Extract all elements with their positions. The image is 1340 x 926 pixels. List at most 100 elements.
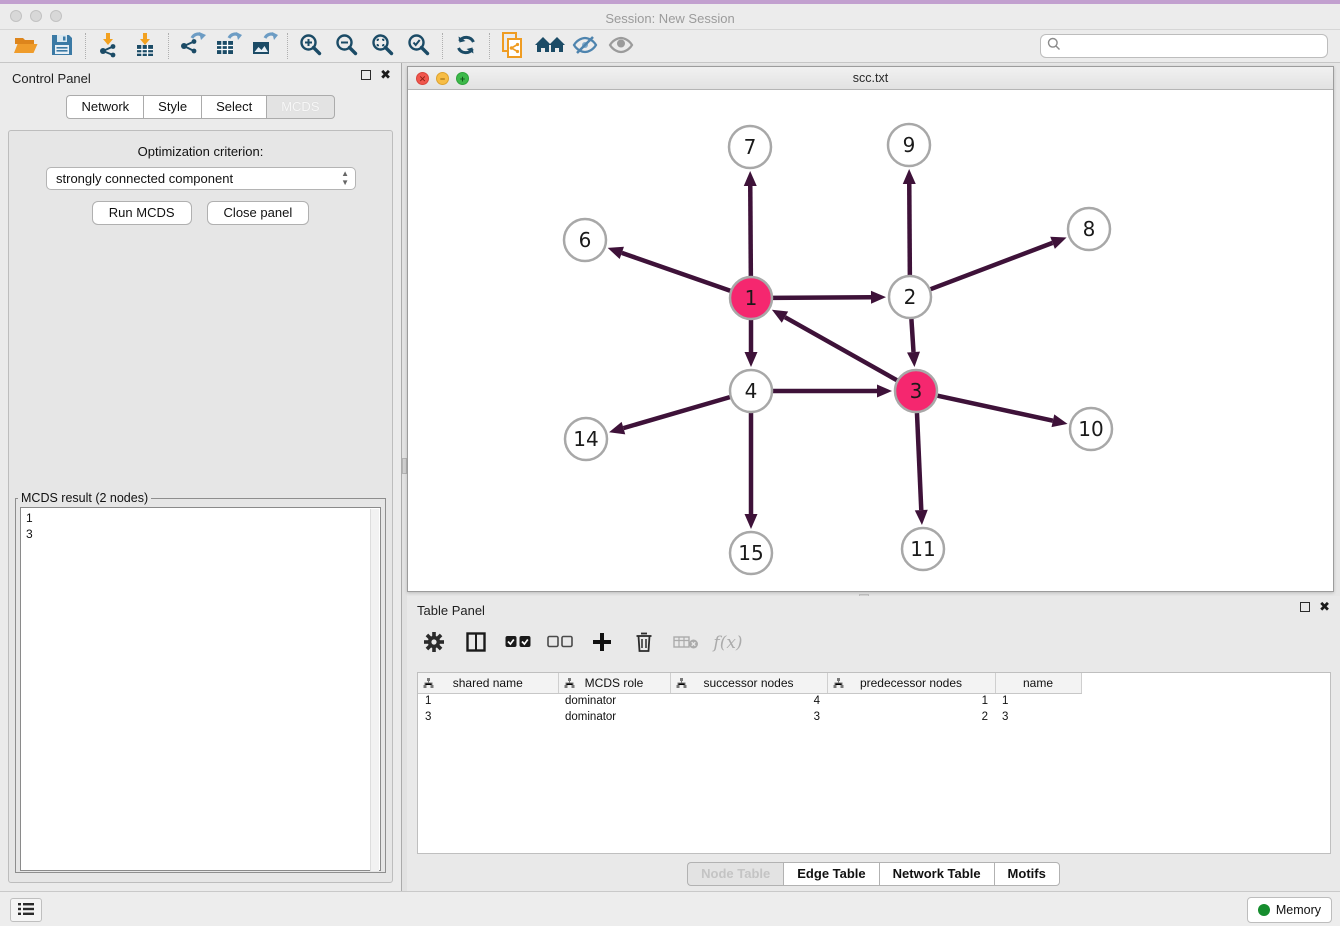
hierarchy-icon — [833, 678, 844, 692]
unchecked-boxes-icon — [547, 635, 573, 651]
graph-edge-3-10[interactable] — [937, 396, 1052, 421]
tab-network[interactable]: Network — [66, 95, 143, 119]
export-image-button[interactable] — [246, 31, 282, 61]
hide-selected-button[interactable] — [567, 31, 603, 61]
table-row[interactable]: 3dominator323 — [418, 709, 1081, 725]
scrollbar-track[interactable] — [370, 509, 379, 871]
tab-select[interactable]: Select — [201, 95, 266, 119]
criterion-select[interactable]: strongly connected component ▲▼ — [46, 167, 356, 190]
close-panel-button[interactable]: Close panel — [207, 201, 310, 225]
graph-edge-arrow — [744, 171, 757, 186]
search-input[interactable] — [1065, 39, 1321, 53]
node-table: shared name MCDS role successor nodes pr… — [417, 672, 1331, 854]
table-cell[interactable]: 3 — [670, 709, 827, 725]
checked-boxes-icon — [505, 635, 531, 651]
zoom-selected-button[interactable] — [401, 31, 437, 61]
export-network-button[interactable] — [174, 31, 210, 61]
tab-edge-table[interactable]: Edge Table — [783, 862, 878, 886]
apply-layout-button[interactable] — [448, 31, 484, 61]
open-session-button[interactable] — [8, 31, 44, 61]
table-settings-button[interactable] — [421, 630, 447, 656]
table-cell[interactable]: 4 — [670, 693, 827, 709]
table-cell[interactable]: 1 — [418, 693, 558, 709]
import-table-button[interactable] — [127, 31, 163, 61]
export-table-button[interactable] — [210, 31, 246, 61]
tab-style[interactable]: Style — [143, 95, 201, 119]
delete-table-button[interactable] — [673, 630, 699, 656]
table-row[interactable]: 1dominator411 — [418, 693, 1081, 709]
task-list-icon — [18, 902, 34, 919]
export-image-icon — [250, 32, 278, 61]
graph-edge-4-14[interactable] — [623, 397, 729, 428]
column-header-mcds-role[interactable]: MCDS role — [558, 673, 670, 693]
select-all-rows-button[interactable] — [505, 630, 531, 656]
network-window: ✕ − + scc.txt 1234678910111415 — [407, 66, 1334, 592]
mcds-result-line: 1 — [26, 510, 375, 526]
zoom-in-button[interactable] — [293, 31, 329, 61]
search-box[interactable] — [1040, 34, 1328, 58]
graph-node-label: 1 — [745, 286, 758, 310]
graph-edge-1-6[interactable] — [622, 253, 730, 291]
float-panel-icon[interactable] — [361, 70, 371, 80]
tab-network-table[interactable]: Network Table — [879, 862, 994, 886]
mcds-result-text[interactable]: 13 — [20, 507, 381, 871]
network-canvas[interactable]: 1234678910111415 — [408, 90, 1333, 591]
network-minimize-icon[interactable]: − — [436, 72, 449, 85]
column-header-name[interactable]: name — [995, 673, 1081, 693]
tab-motifs[interactable]: Motifs — [994, 862, 1060, 886]
show-hidden-button[interactable] — [603, 31, 639, 61]
run-mcds-button[interactable]: Run MCDS — [92, 201, 192, 225]
toolbar-separator — [168, 33, 169, 59]
column-header-successor-nodes[interactable]: successor nodes — [670, 673, 827, 693]
deselect-all-rows-button[interactable] — [547, 630, 573, 656]
houses-icon — [533, 33, 565, 60]
close-panel-icon[interactable]: ✖ — [380, 70, 391, 80]
function-builder-button[interactable]: f(x) — [715, 630, 741, 656]
graph-edge-2-8[interactable] — [931, 243, 1053, 289]
table-cell[interactable]: dominator — [558, 709, 670, 725]
table-cell[interactable]: dominator — [558, 693, 670, 709]
graph-edge-2-9[interactable] — [909, 184, 910, 275]
import-network-button[interactable] — [91, 31, 127, 61]
toolbar-separator — [287, 33, 288, 59]
graph-edge-arrow — [877, 385, 892, 398]
zoom-out-button[interactable] — [329, 31, 365, 61]
graph-edge-2-3[interactable] — [911, 319, 913, 352]
task-history-button[interactable] — [10, 898, 42, 922]
table-cell[interactable]: 1 — [995, 693, 1081, 709]
add-column-button[interactable] — [589, 630, 615, 656]
tab-node-table[interactable]: Node Table — [687, 862, 783, 886]
session-title: Session: New Session — [0, 8, 1340, 29]
column-header-shared-name[interactable]: shared name — [418, 673, 558, 693]
table-cell[interactable]: 1 — [827, 693, 995, 709]
graph-edge-3-11[interactable] — [917, 413, 921, 510]
network-close-icon[interactable]: ✕ — [416, 72, 429, 85]
graph-edge-3-1[interactable] — [785, 317, 897, 380]
column-header-predecessor-nodes[interactable]: predecessor nodes — [827, 673, 995, 693]
column-layout-button[interactable] — [463, 630, 489, 656]
tab-mcds[interactable]: MCDS — [266, 95, 334, 119]
table-cell[interactable]: 3 — [418, 709, 558, 725]
graph-node-label: 11 — [910, 537, 935, 561]
graph-edge-arrow — [915, 510, 928, 525]
graph-edge-1-2[interactable] — [773, 297, 871, 298]
graph-node-label: 6 — [579, 228, 592, 252]
close-table-panel-icon[interactable]: ✖ — [1319, 602, 1330, 612]
delete-column-button[interactable] — [631, 630, 657, 656]
memory-button[interactable]: Memory — [1247, 897, 1332, 923]
gear-icon — [423, 631, 445, 656]
zoom-fit-button[interactable] — [365, 31, 401, 61]
refresh-icon — [454, 33, 478, 60]
graph-edge-1-7[interactable] — [750, 186, 751, 276]
network-maximize-icon[interactable]: + — [456, 72, 469, 85]
status-bar: Memory — [0, 891, 1340, 926]
float-table-panel-icon[interactable] — [1300, 602, 1310, 612]
show-all-network-button[interactable] — [531, 31, 567, 61]
save-session-button[interactable] — [44, 31, 80, 61]
network-window-titlebar[interactable]: ✕ − + scc.txt — [408, 67, 1333, 90]
criterion-value: strongly connected component — [56, 171, 233, 186]
table-cell[interactable]: 2 — [827, 709, 995, 725]
search-icon — [1047, 37, 1061, 56]
clone-network-button[interactable] — [495, 31, 531, 61]
table-cell[interactable]: 3 — [995, 709, 1081, 725]
